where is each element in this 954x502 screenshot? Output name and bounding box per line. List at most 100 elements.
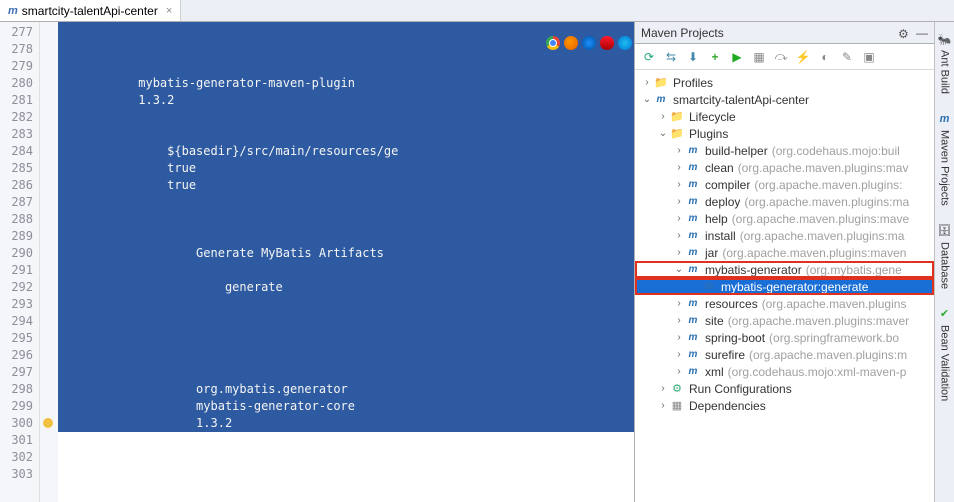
tree-node[interactable]: mybatis-generator:generate xyxy=(635,278,934,295)
offline-icon[interactable]: ◐ xyxy=(817,49,833,65)
safari-icon[interactable] xyxy=(582,36,596,50)
m-icon xyxy=(685,178,701,192)
tree-node[interactable]: compiler(org.apache.maven.plugins: xyxy=(635,176,934,193)
tree-label: mybatis-generator xyxy=(705,263,802,277)
tree-label: Plugins xyxy=(689,127,728,141)
settings-icon[interactable]: ✎ xyxy=(839,49,855,65)
ant-build-tab[interactable]: 🐜Ant Build xyxy=(936,26,954,100)
download-icon[interactable]: ⬇ xyxy=(685,49,701,65)
editor-tab[interactable]: m smartcity-talentApi-center × xyxy=(0,0,181,21)
code-area[interactable]: mybatis-generator-maven-plugin 1.3.2 ${b… xyxy=(58,22,634,432)
expand-arrow-icon[interactable] xyxy=(673,366,685,377)
editor-tab-bar: m smartcity-talentApi-center × xyxy=(0,0,954,22)
m-icon xyxy=(685,348,701,362)
expand-arrow-icon[interactable] xyxy=(673,315,685,326)
folder-icon xyxy=(653,76,669,90)
expand-arrow-icon[interactable] xyxy=(641,94,653,105)
tree-hint: (org.codehaus.mojo:buil xyxy=(772,144,900,158)
tree-node[interactable]: xml(org.codehaus.mojo:xml-maven-p xyxy=(635,363,934,380)
tree-node[interactable]: Run Configurations xyxy=(635,380,934,397)
tree-node[interactable]: Lifecycle xyxy=(635,108,934,125)
tree-node[interactable]: jar (org.apache.maven.plugins:maven xyxy=(635,244,934,261)
tree-hint: (org.apache.maven.plugins:ma xyxy=(740,229,905,243)
expand-arrow-icon[interactable] xyxy=(673,298,685,309)
tree-node[interactable]: help(org.apache.maven.plugins:mave xyxy=(635,210,934,227)
expand-arrow-icon[interactable] xyxy=(673,264,685,275)
expand-arrow-icon[interactable] xyxy=(673,196,685,207)
close-icon[interactable]: × xyxy=(166,5,172,17)
tree-node[interactable]: surefire(org.apache.maven.plugins:m xyxy=(635,346,934,363)
tree-hint: (org.apache.maven.plugins:ma xyxy=(744,195,909,209)
tree-node[interactable]: Dependencies xyxy=(635,397,934,414)
tree-label: install xyxy=(705,229,736,243)
deps-icon xyxy=(669,399,685,413)
expand-arrow-icon[interactable] xyxy=(673,332,685,343)
tree-node[interactable]: deploy (org.apache.maven.plugins:ma xyxy=(635,193,934,210)
code-editor[interactable]: 2772782792802812822832842852862872882892… xyxy=(0,22,635,502)
tree-node[interactable]: build-helper (org.codehaus.mojo:buil xyxy=(635,142,934,159)
expand-arrow-icon[interactable] xyxy=(641,77,653,88)
maven-toolbar: ⟳ ⇆ ⬇ + ▶ ▦ ⤼ ⚡ ◐ ✎ ▣ xyxy=(635,44,934,70)
tree-label: build-helper xyxy=(705,144,768,158)
database-tab[interactable]: 🗄Database xyxy=(936,218,954,295)
m-icon xyxy=(685,263,701,277)
expand-arrow-icon[interactable] xyxy=(673,145,685,156)
tree-hint: (org.apache.maven.plugins:mave xyxy=(732,212,909,226)
tree-label: compiler xyxy=(705,178,750,192)
m-icon xyxy=(685,314,701,328)
m-icon xyxy=(685,365,701,379)
maven-panel-header: Maven Projects — xyxy=(635,22,934,44)
skip-tests-icon[interactable]: ⤼ xyxy=(773,49,789,65)
tree-node[interactable]: install (org.apache.maven.plugins:ma xyxy=(635,227,934,244)
collapse-icon[interactable]: ▣ xyxy=(861,49,877,65)
maven-projects-tab[interactable]: mMaven Projects xyxy=(936,106,954,212)
tree-hint: (org.apache.maven.plugins:maven xyxy=(722,246,906,260)
tree-node[interactable]: spring-boot(org.springframework.bo xyxy=(635,329,934,346)
m-icon xyxy=(685,195,701,209)
opera-icon[interactable] xyxy=(600,36,614,50)
browser-icons-overlay xyxy=(546,36,632,50)
tree-label: smartcity-talentApi-center xyxy=(673,93,809,107)
expand-arrow-icon[interactable] xyxy=(673,213,685,224)
maven-panel-title: Maven Projects xyxy=(641,26,892,40)
chrome-icon[interactable] xyxy=(546,36,560,50)
m-icon xyxy=(653,93,669,107)
tree-node[interactable]: site(org.apache.maven.plugins:maver xyxy=(635,312,934,329)
thunder-icon[interactable]: ⚡ xyxy=(795,49,811,65)
ie-icon[interactable] xyxy=(618,36,632,50)
firefox-icon[interactable] xyxy=(564,36,578,50)
tree-label: deploy xyxy=(705,195,740,209)
warning-marker-icon[interactable] xyxy=(43,418,53,428)
tree-node[interactable]: mybatis-generator(org.mybatis.gene xyxy=(635,261,934,278)
tree-node[interactable]: Profiles xyxy=(635,74,934,91)
folder-icon xyxy=(669,110,685,124)
expand-arrow-icon[interactable] xyxy=(657,400,669,411)
expand-arrow-icon[interactable] xyxy=(657,383,669,394)
reload-icon[interactable]: ⟳ xyxy=(641,49,657,65)
tree-node[interactable]: resources(org.apache.maven.plugins xyxy=(635,295,934,312)
marker-column xyxy=(40,22,58,502)
gear-icon[interactable] xyxy=(898,27,910,39)
tree-node[interactable]: smartcity-talentApi-center xyxy=(635,91,934,108)
expand-arrow-icon[interactable] xyxy=(673,179,685,190)
tree-label: spring-boot xyxy=(705,331,765,345)
tree-node[interactable]: clean(org.apache.maven.plugins:mav xyxy=(635,159,934,176)
expand-arrow-icon[interactable] xyxy=(657,128,669,139)
minimize-icon[interactable]: — xyxy=(916,26,928,40)
run-config-icon[interactable]: ▦ xyxy=(751,49,767,65)
expand-arrow-icon[interactable] xyxy=(673,230,685,241)
maven-tree[interactable]: Profiles smartcity-talentApi-centerLifecy… xyxy=(635,70,934,502)
tree-label: jar xyxy=(705,246,718,260)
expand-arrow-icon[interactable] xyxy=(673,247,685,258)
folder-icon xyxy=(669,127,685,141)
expand-arrow-icon[interactable] xyxy=(657,111,669,122)
add-icon[interactable]: + xyxy=(707,49,723,65)
tree-label: surefire xyxy=(705,348,745,362)
tree-node[interactable]: Plugins xyxy=(635,125,934,142)
tree-label: resources xyxy=(705,297,758,311)
bean-validation-tab[interactable]: ✔Bean Validation xyxy=(936,301,954,407)
generate-sources-icon[interactable]: ⇆ xyxy=(663,49,679,65)
expand-arrow-icon[interactable] xyxy=(673,349,685,360)
expand-arrow-icon[interactable] xyxy=(673,162,685,173)
run-icon[interactable]: ▶ xyxy=(729,49,745,65)
